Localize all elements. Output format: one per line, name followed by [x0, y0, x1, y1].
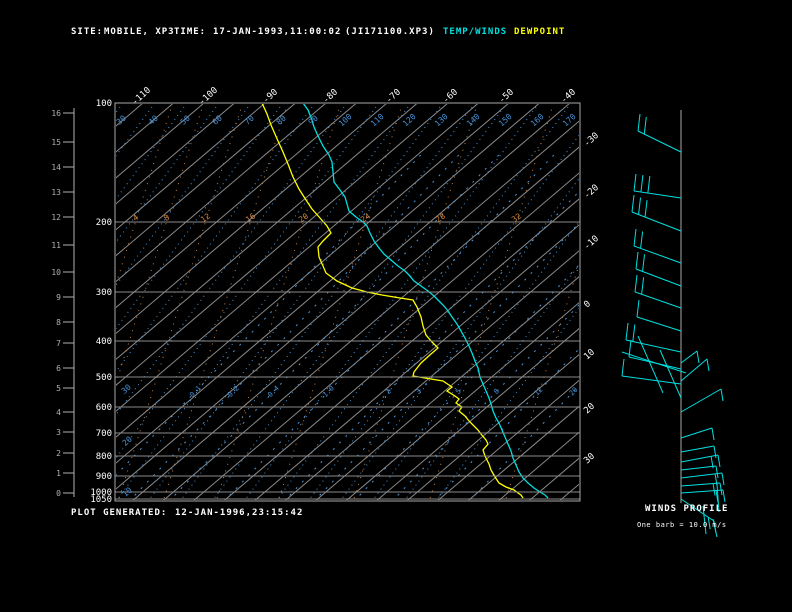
svg-text:700: 700: [96, 429, 112, 439]
generated-label: PLOT GENERATED:: [71, 508, 168, 518]
svg-text:100: 100: [337, 112, 354, 128]
svg-text:14: 14: [51, 163, 61, 172]
svg-text:300: 300: [96, 288, 112, 298]
svg-text:-30: -30: [582, 131, 601, 149]
svg-text:3: 3: [414, 387, 423, 396]
svg-text:90: 90: [307, 113, 320, 126]
svg-text:1.0: 1.0: [321, 384, 336, 399]
svg-text:9: 9: [56, 293, 61, 302]
svg-text:8: 8: [56, 318, 61, 327]
svg-text:12: 12: [533, 386, 545, 398]
svg-text:5: 5: [454, 387, 463, 396]
svg-text:800: 800: [96, 452, 112, 462]
svg-text:170: 170: [561, 112, 578, 128]
svg-text:200: 200: [96, 218, 112, 228]
svg-text:600: 600: [96, 403, 112, 413]
winds-profile-title: WINDS PROFILE: [645, 504, 729, 514]
svg-text:10: 10: [582, 348, 597, 363]
svg-text:12: 12: [51, 213, 61, 222]
winds-scale-note: One barb = 10.0 m/s: [637, 521, 727, 529]
svg-text:500: 500: [96, 373, 112, 383]
svg-text:900: 900: [96, 472, 112, 482]
svg-text:0.4: 0.4: [266, 384, 281, 399]
svg-text:5: 5: [56, 384, 61, 393]
svg-text:80: 80: [275, 113, 288, 126]
svg-text:16: 16: [51, 109, 61, 118]
svg-text:13: 13: [51, 188, 61, 197]
svg-text:140: 140: [465, 112, 482, 128]
svg-text:4: 4: [56, 408, 61, 417]
svg-text:0: 0: [582, 299, 593, 310]
svg-text:30: 30: [120, 382, 133, 395]
svg-text:20: 20: [582, 402, 597, 417]
svg-text:20: 20: [121, 434, 134, 447]
svg-text:8: 8: [492, 387, 501, 396]
svg-text:3: 3: [56, 428, 61, 437]
skewt-sounding-screen: { "header": { "site_label": "SITE:", "si…: [0, 0, 792, 612]
svg-text:150: 150: [497, 112, 514, 128]
svg-text:7: 7: [56, 339, 61, 348]
svg-text:-10: -10: [582, 234, 601, 252]
svg-text:0: 0: [56, 489, 61, 498]
svg-text:4: 4: [131, 213, 140, 223]
svg-text:130: 130: [433, 112, 450, 128]
svg-text:20: 20: [568, 386, 580, 398]
generated-value: 12-JAN-1996,23:15:42: [175, 508, 304, 518]
svg-text:60: 60: [211, 113, 224, 126]
svg-text:0.1: 0.1: [188, 384, 203, 399]
svg-text:2: 2: [56, 449, 61, 458]
svg-text:15: 15: [51, 138, 61, 147]
svg-text:1050: 1050: [90, 495, 112, 505]
svg-text:70: 70: [243, 113, 256, 126]
svg-text:-20: -20: [582, 183, 601, 201]
svg-text:0.2: 0.2: [226, 384, 241, 399]
svg-text:400: 400: [96, 337, 112, 347]
svg-text:10: 10: [51, 268, 61, 277]
svg-text:30: 30: [582, 452, 597, 467]
svg-text:40: 40: [147, 113, 160, 126]
svg-text:11: 11: [51, 241, 61, 250]
svg-text:110: 110: [369, 112, 386, 128]
svg-text:6: 6: [56, 364, 61, 373]
svg-text:1: 1: [56, 469, 61, 478]
svg-text:100: 100: [96, 99, 112, 109]
svg-text:-100: -100: [197, 86, 220, 108]
svg-text:10: 10: [121, 485, 134, 498]
svg-text:8: 8: [162, 213, 171, 223]
